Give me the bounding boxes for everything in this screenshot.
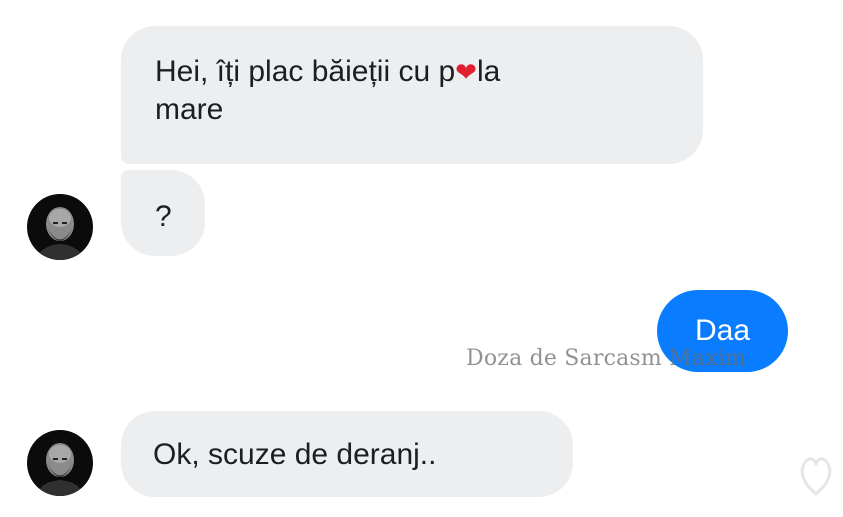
chat-screen: Hei, îți plac băieții cu p❤la mare ? Daa…	[0, 0, 843, 517]
message-text: Ok, scuze de deranj..	[153, 438, 437, 471]
heart-emoji-icon: ❤	[455, 57, 477, 87]
avatar-portrait-icon[interactable]	[27, 430, 93, 496]
received-message-bubble[interactable]: Hei, îți plac băieții cu p❤la mare	[121, 26, 703, 164]
avatar-portrait-icon[interactable]	[27, 194, 93, 260]
watermark-text: Doza de Sarcasm Maxim	[466, 346, 747, 371]
message-text-part: mare	[155, 93, 224, 126]
message-text: ?	[155, 200, 172, 233]
heart-outline-icon	[798, 446, 834, 498]
received-message-bubble[interactable]: ?	[121, 170, 205, 256]
message-text: Daa	[694, 314, 751, 347]
message-text-part: la	[476, 55, 501, 88]
message-text-part: Hei, îți plac băieții cu p	[155, 55, 456, 88]
received-message-bubble[interactable]: Ok, scuze de deranj..	[121, 411, 573, 497]
